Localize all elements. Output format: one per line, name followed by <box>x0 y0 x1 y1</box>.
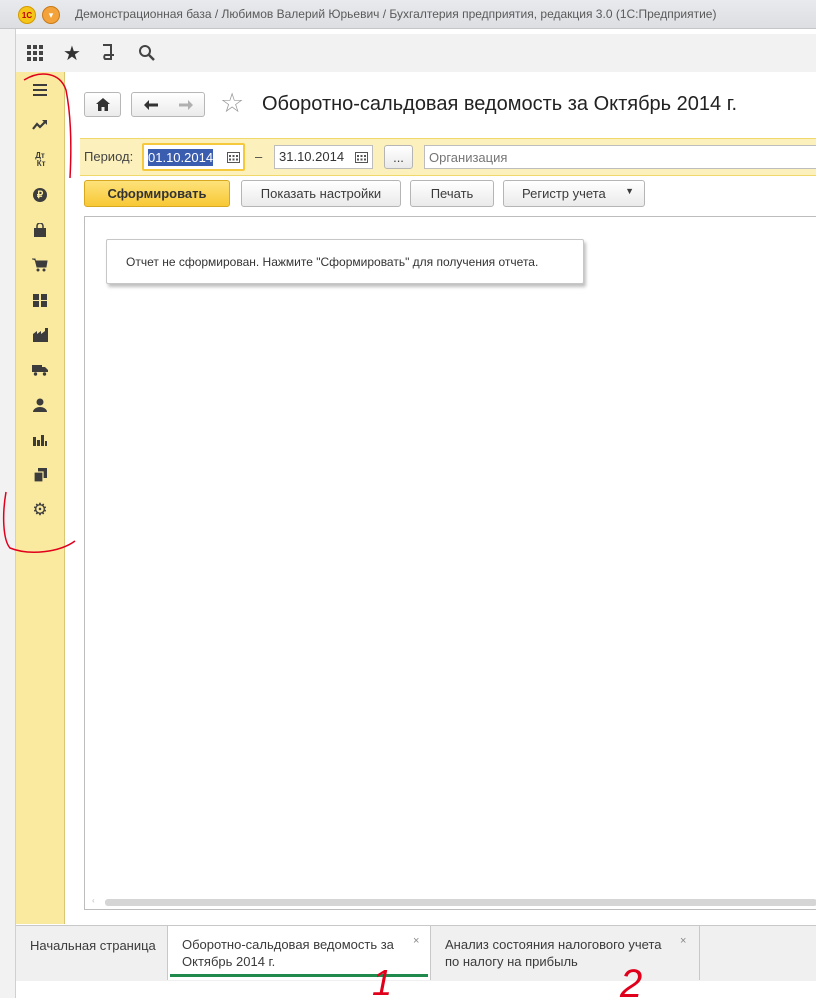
apps-grid-icon[interactable] <box>26 44 44 62</box>
register-label: Регистр учета <box>522 186 606 201</box>
sidebar-item-dashboard[interactable] <box>28 113 52 137</box>
calendar-to-icon[interactable] <box>355 152 368 163</box>
sidebar-item-purchases[interactable] <box>28 253 52 277</box>
sidebar-item-administration[interactable]: ⚙ <box>28 498 52 522</box>
person-icon <box>33 398 47 412</box>
arrow-left-icon <box>143 99 158 110</box>
tab-home[interactable]: Начальная страница <box>16 926 166 980</box>
report-message: Отчет не сформирован. Нажмите "Сформиров… <box>126 255 539 269</box>
forward-button[interactable] <box>168 92 205 117</box>
open-windows-bar: Начальная страница Оборотно-сальдовая ве… <box>16 925 816 981</box>
scroll-left-icon[interactable]: ‹ <box>92 896 95 905</box>
sidebar-item-sales[interactable] <box>28 218 52 242</box>
generate-button[interactable]: Сформировать <box>84 180 230 207</box>
window-left-frame <box>0 29 16 998</box>
sidebar-item-fixed-assets[interactable] <box>28 358 52 382</box>
star-icon[interactable]: ★ <box>63 41 81 66</box>
home-button[interactable] <box>84 92 121 117</box>
factory-icon <box>32 328 48 342</box>
window-title-bar: 1C ▾ Демонстрационная база / Любимов Вал… <box>0 0 816 29</box>
close-icon[interactable]: × <box>680 933 686 950</box>
report-form: ☆ Оборотно-сальдовая ведомость за Октябр… <box>65 72 816 924</box>
bottom-strip <box>16 981 816 998</box>
period-from-field[interactable]: 01.10.2014 <box>142 143 245 171</box>
window-title: Демонстрационная база / Любимов Валерий … <box>75 7 717 21</box>
period-label: Период: <box>84 149 134 164</box>
tab-home-label: Начальная страница <box>30 938 156 953</box>
horizontal-scrollbar[interactable]: ‹ <box>85 896 816 908</box>
tab-trial-balance-line2: Октябрь 2014 г. <box>182 954 276 969</box>
top-toolbar: ★ <box>16 34 816 73</box>
period-dash: – <box>255 149 263 164</box>
page-title: Оборотно-сальдовая ведомость за Октябрь … <box>262 93 738 115</box>
1c-logo-icon: 1C <box>18 6 36 24</box>
dt-kt-icon: Дт Кт <box>34 151 46 168</box>
sidebar-item-menu[interactable] <box>28 78 52 102</box>
gear-icon: ⚙ <box>32 500 48 519</box>
documents-icon <box>33 468 47 482</box>
close-icon[interactable]: × <box>413 933 419 950</box>
bar-chart-icon <box>33 435 47 446</box>
report-message-box: Отчет не сформирован. Нажмите "Сформиров… <box>106 239 584 284</box>
active-tab-underline <box>170 974 428 977</box>
search-icon[interactable] <box>138 44 156 62</box>
tab-trial-balance[interactable]: Оборотно-сальдовая ведомость за Октябрь … <box>167 926 431 980</box>
organization-input[interactable] <box>424 145 816 169</box>
favorite-star-icon[interactable]: ☆ <box>220 88 244 118</box>
truck-icon <box>32 365 48 376</box>
sidebar-item-bank-cash[interactable]: ₽ <box>28 183 52 207</box>
scrollbar-thumb[interactable] <box>105 899 816 906</box>
warehouse-icon <box>33 293 47 307</box>
cart-icon <box>32 258 48 272</box>
period-select-button[interactable]: ... <box>384 145 413 169</box>
period-from-value: 01.10.2014 <box>148 149 214 166</box>
sidebar-item-warehouse[interactable] <box>28 288 52 312</box>
sections-sidebar: Дт Кт ₽ ⚙ <box>16 72 65 924</box>
home-icon <box>95 98 110 111</box>
sidebar-item-salary[interactable] <box>28 393 52 417</box>
sidebar-item-production[interactable] <box>28 323 52 347</box>
register-dropdown[interactable]: Регистр учета ▼ <box>503 180 645 207</box>
print-button[interactable]: Печать <box>410 180 494 207</box>
arrow-right-icon <box>179 99 193 110</box>
trend-icon <box>32 120 47 130</box>
sidebar-item-directories[interactable] <box>28 463 52 487</box>
report-area: Отчет не сформирован. Нажмите "Сформиров… <box>84 216 816 910</box>
menu-icon <box>33 84 47 96</box>
tab-tax-analysis[interactable]: Анализ состояния налогового учета по нал… <box>432 926 700 980</box>
dropdown-arrow-icon: ▼ <box>625 186 634 196</box>
sidebar-item-accounting[interactable]: Дт Кт <box>28 148 52 172</box>
calendar-from-icon[interactable] <box>227 152 240 163</box>
history-icon[interactable] <box>100 43 118 63</box>
sidebar-item-reports[interactable] <box>28 428 52 452</box>
ruble-icon: ₽ <box>33 188 47 202</box>
period-to-value: 31.10.2014 <box>279 149 345 164</box>
tab-trial-balance-line1: Оборотно-сальдовая ведомость за <box>182 937 394 952</box>
shopping-bag-icon <box>34 223 46 237</box>
main-menu-icon[interactable]: ▾ <box>42 6 60 24</box>
tab-tax-analysis-line2: по налогу на прибыль <box>445 954 578 969</box>
back-button[interactable] <box>131 92 170 117</box>
show-settings-button[interactable]: Показать настройки <box>241 180 401 207</box>
period-to-field[interactable]: 31.10.2014 <box>274 145 373 169</box>
tab-tax-analysis-line1: Анализ состояния налогового учета <box>445 937 662 952</box>
